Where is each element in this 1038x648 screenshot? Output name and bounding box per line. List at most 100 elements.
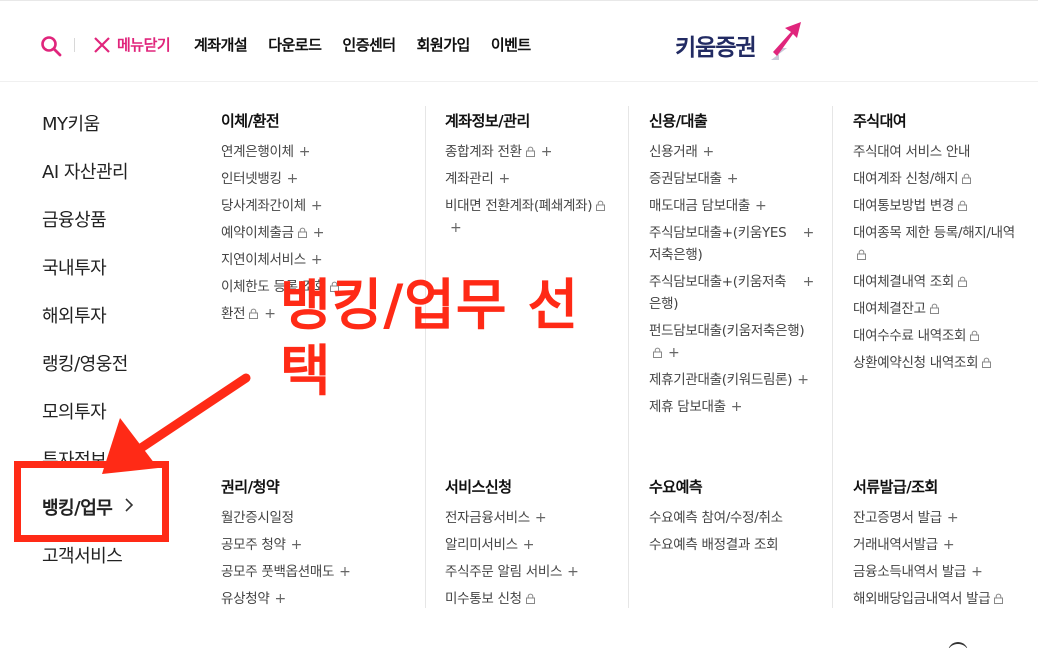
menu-link[interactable]: 신용거래 + (649, 141, 814, 163)
lock-icon (957, 276, 967, 287)
plus-icon[interactable]: + (535, 507, 547, 529)
lock-icon (994, 593, 1004, 604)
menu-link[interactable]: 대여통보방법 변경 (853, 195, 1018, 217)
menu-link-label: 전자금융서비스 (445, 510, 530, 526)
menu-link[interactable]: 주식담보대출+(키움YES 저축은행) + (649, 222, 814, 266)
menu-link[interactable]: 대여계좌 신청/해지 (853, 168, 1018, 190)
plus-icon[interactable]: + (264, 303, 276, 325)
left-menu-customer-service[interactable]: 고객서비스 (42, 542, 123, 568)
left-menu-ai-asset[interactable]: AI 자산관리 (42, 158, 129, 184)
plus-icon[interactable]: + (311, 249, 323, 271)
left-menu-my-kiwoom[interactable]: MY키움 (42, 110, 100, 136)
menu-link[interactable]: 대여종목 제한 등록/해지/내역 (853, 222, 1018, 266)
plus-icon[interactable]: + (299, 141, 311, 163)
menu-link[interactable]: 제휴기관대출(키워드림론) + (649, 369, 814, 391)
menu-link[interactable]: 펀드담보대출(키움저축은행) + (649, 320, 814, 364)
close-icon[interactable] (92, 35, 112, 55)
menu-link[interactable]: 알리미서비스 + (445, 534, 615, 556)
nav-cert-center[interactable]: 인증센터 (342, 34, 396, 55)
nav-signup[interactable]: 회원가입 (417, 34, 471, 55)
left-menu-domestic[interactable]: 국내투자 (42, 254, 107, 280)
section-title: 수요예측 (649, 478, 703, 496)
menu-link[interactable]: 매도대금 담보대출 + (649, 195, 814, 217)
menu-link[interactable]: 당사계좌간이체 + (221, 195, 406, 217)
menu-link-label: 대여수수료 내역조회 (853, 328, 967, 344)
plus-icon[interactable]: + (947, 507, 959, 529)
menu-link[interactable]: 주식대여 서비스 안내 (853, 141, 1018, 163)
lock-icon (249, 308, 259, 319)
header: 메뉴닫기 계좌개설 다운로드 인증센터 회원가입 이벤트 키움증권 (0, 0, 1038, 82)
menu-link[interactable]: 전자금융서비스 + (445, 507, 615, 529)
plus-icon[interactable]: + (803, 222, 815, 244)
nav-download[interactable]: 다운로드 (268, 34, 322, 55)
plus-icon[interactable]: + (755, 195, 767, 217)
plus-icon[interactable]: + (274, 588, 286, 610)
menu-link[interactable]: 해외배당입금내역서 발급 (853, 588, 1033, 610)
menu-link[interactable]: 잔고증명서 발급 + (853, 507, 1033, 529)
plus-icon[interactable]: + (567, 561, 579, 583)
menu-link[interactable]: 월간증시일정 (221, 507, 406, 529)
menu-link[interactable]: 비대면 전환계좌(폐쇄계좌) + (445, 195, 610, 239)
plus-icon[interactable]: + (523, 534, 535, 556)
plus-icon[interactable]: + (339, 561, 351, 583)
plus-icon[interactable]: + (731, 396, 743, 418)
menu-link[interactable]: 종합계좌 전환 + (445, 141, 610, 163)
menu-link[interactable]: 지연이체서비스 + (221, 249, 406, 271)
menu-link[interactable]: 인터넷뱅킹 + (221, 168, 406, 190)
menu-link-label: 펀드담보대출(키움저축은행) (649, 323, 805, 339)
menu-link-label: 주식담보대출+(키움저축은행) (649, 274, 787, 312)
menu-link[interactable]: 계좌관리 + (445, 168, 610, 190)
plus-icon[interactable]: + (797, 369, 809, 391)
menu-link-label: 당사계좌간이체 (221, 198, 306, 214)
menu-link[interactable]: 주식담보대출+(키움저축은행) + (649, 271, 814, 315)
menu-link[interactable]: 공모주 청약 + (221, 534, 406, 556)
menu-link[interactable]: 주식주문 알림 서비스 + (445, 561, 615, 583)
section-title: 계좌정보/관리 (445, 112, 530, 130)
annotation-text: 뱅킹/업무 선 택 (280, 272, 579, 404)
menu-link[interactable]: 대여체결내역 조회 (853, 271, 1018, 293)
plus-icon[interactable]: + (971, 561, 983, 583)
menu-link[interactable]: 미수통보 신청 (445, 588, 615, 610)
menu-link-label: 제휴 담보대출 (649, 399, 726, 415)
menu-link[interactable]: 수요예측 배정결과 조회 (649, 534, 819, 556)
menu-link-label: 수요예측 배정결과 조회 (649, 537, 779, 553)
menu-link[interactable]: 상환예약신청 내역조회 (853, 352, 1018, 374)
plus-icon[interactable]: + (541, 141, 553, 163)
kiwoom-logo[interactable]: 키움증권 (675, 22, 805, 64)
plus-icon[interactable]: + (450, 217, 462, 239)
menu-link[interactable]: 금융소득내역서 발급 + (853, 561, 1033, 583)
search-icon[interactable] (40, 35, 62, 57)
menu-link[interactable]: 수요예측 참여/수정/취소 (649, 507, 819, 529)
menu-link-label: 증권담보대출 (649, 171, 722, 187)
left-menu-overseas[interactable]: 해외투자 (42, 302, 107, 328)
plus-icon[interactable]: + (943, 534, 955, 556)
menu-link-label: 대여통보방법 변경 (853, 198, 954, 214)
lock-icon (929, 303, 939, 314)
menu-link[interactable]: 대여수수료 내역조회 (853, 325, 1018, 347)
close-menu-button[interactable]: 메뉴닫기 (117, 34, 171, 55)
plus-icon[interactable]: + (498, 168, 510, 190)
menu-link[interactable]: 공모주 풋백옵션매도 + (221, 561, 406, 583)
menu-link[interactable]: 거래내역서발급 + (853, 534, 1033, 556)
plus-icon[interactable]: + (311, 195, 323, 217)
plus-icon[interactable]: + (702, 141, 714, 163)
nav-account-open[interactable]: 계좌개설 (194, 34, 248, 55)
menu-link[interactable]: 제휴 담보대출 + (649, 396, 814, 418)
nav-event[interactable]: 이벤트 (491, 34, 531, 55)
menu-link[interactable]: 유상청약 + (221, 588, 406, 610)
plus-icon[interactable]: + (291, 534, 303, 556)
menu-link[interactable]: 대여체결잔고 (853, 298, 1018, 320)
plus-icon[interactable]: + (668, 342, 680, 364)
plus-icon[interactable]: + (727, 168, 739, 190)
left-menu-financial-products[interactable]: 금융상품 (42, 206, 107, 232)
menu-link[interactable]: 연계은행이체 + (221, 141, 406, 163)
section-account: 계좌정보/관리종합계좌 전환 + 계좌관리 + 비대면 전환계좌(폐쇄계좌)+ (445, 110, 610, 244)
lock-icon (962, 173, 972, 184)
menu-link-label: 상환예약신청 내역조회 (853, 355, 979, 371)
menu-link[interactable]: 예약이체출금 + (221, 222, 406, 244)
plus-icon[interactable]: + (313, 222, 325, 244)
partial-icon (948, 642, 968, 648)
plus-icon[interactable]: + (803, 271, 815, 293)
plus-icon[interactable]: + (287, 168, 299, 190)
menu-link[interactable]: 증권담보대출 + (649, 168, 814, 190)
